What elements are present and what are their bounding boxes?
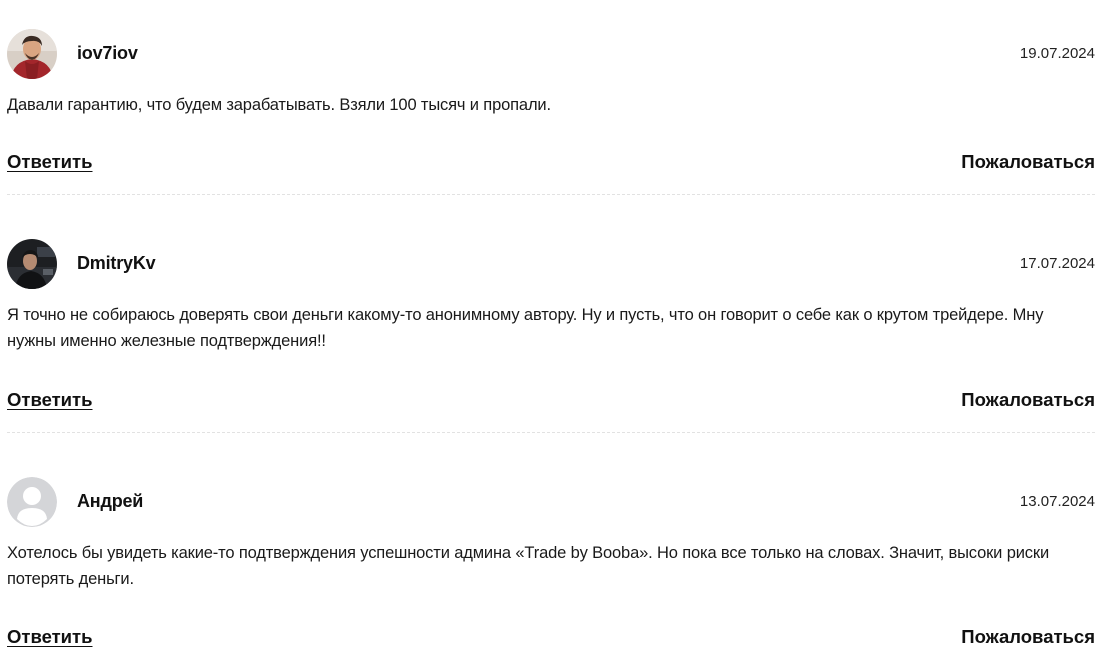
comment-author: Андрей [77, 491, 144, 511]
default-user-icon [7, 477, 57, 527]
user-avatar[interactable] [7, 477, 57, 527]
comment-divider [7, 194, 1095, 195]
comment-item: iov7iov 19.07.2024 Давали гарантию, что … [7, 28, 1095, 195]
comment-author: iov7iov [77, 43, 138, 63]
comment-item: DmitryKv 17.07.2024 Я точно не собираюсь… [7, 238, 1095, 433]
comments-list: iov7iov 19.07.2024 Давали гарантию, что … [0, 0, 1108, 664]
comment-author: DmitryKv [77, 253, 156, 273]
comment-header: DmitryKv 17.07.2024 [7, 238, 1095, 290]
reply-link[interactable]: Ответить [7, 626, 93, 648]
comment-text: Давали гарантию, что будем зарабатывать.… [7, 96, 551, 114]
user-avatar[interactable] [7, 239, 57, 289]
report-link[interactable]: Пожаловаться [961, 151, 1095, 173]
comment-divider [7, 432, 1095, 433]
reply-link[interactable]: Ответить [7, 151, 93, 173]
report-link[interactable]: Пожаловаться [961, 626, 1095, 648]
user-photo-icon [7, 29, 57, 79]
comment-actions: Ответить Пожаловаться [7, 389, 1095, 413]
comment-text: Хотелось бы увидеть какие-то подтвержден… [7, 544, 1050, 588]
report-link[interactable]: Пожаловаться [961, 389, 1095, 411]
comment-header: iov7iov 19.07.2024 [7, 28, 1095, 80]
comment-date: 13.07.2024 [1019, 493, 1095, 510]
comment-date: 19.07.2024 [1019, 45, 1095, 62]
comment-item: Андрей 13.07.2024 Хотелось бы увидеть ка… [7, 476, 1095, 647]
comment-actions: Ответить Пожаловаться [7, 626, 1095, 650]
comment-date: 17.07.2024 [1019, 255, 1095, 272]
comment-actions: Ответить Пожаловаться [7, 151, 1095, 175]
comment-header: Андрей 13.07.2024 [7, 476, 1095, 528]
comment-text: Я точно не собираюсь доверять свои деньг… [7, 306, 1044, 350]
user-avatar[interactable] [7, 29, 57, 79]
user-photo-icon [7, 239, 57, 289]
reply-link[interactable]: Ответить [7, 389, 93, 411]
